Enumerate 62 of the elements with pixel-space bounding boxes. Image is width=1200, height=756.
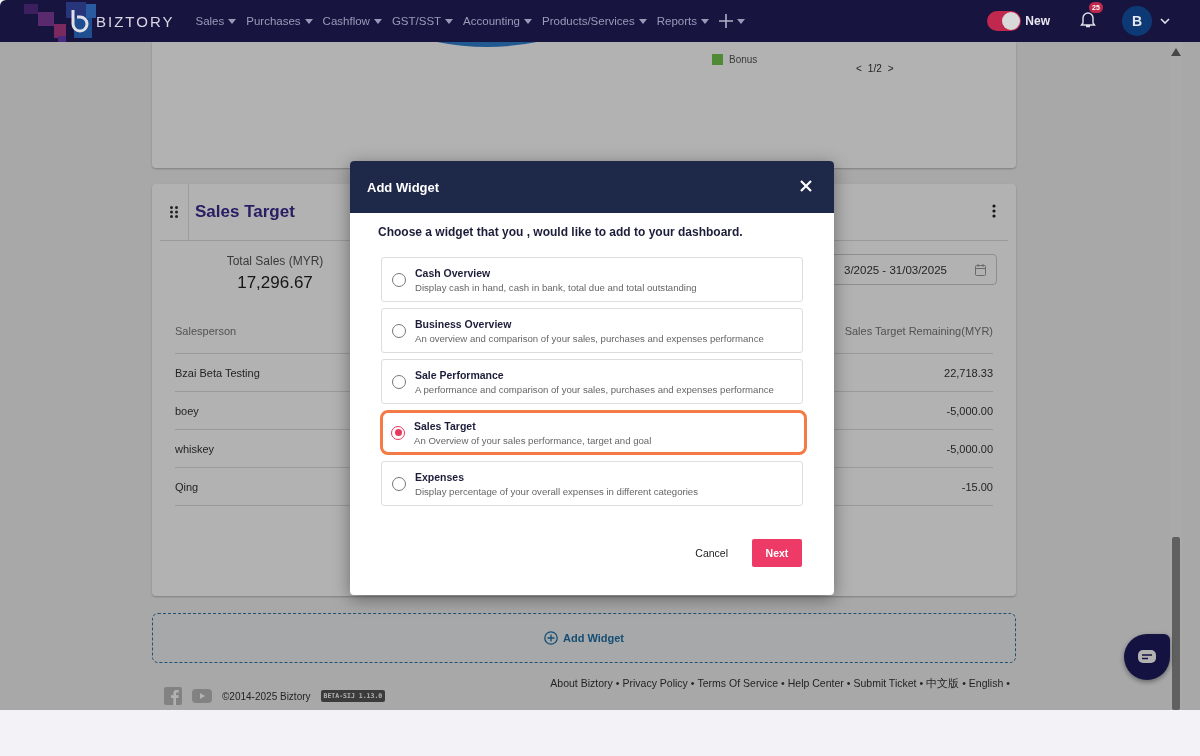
footer-link[interactable]: 中文版 [926,677,960,705]
legend-label: Bonus [729,54,758,65]
widget-option[interactable]: Business Overview An overview and comparison of your sales, purchases and expenses performance [381,308,803,353]
caret-icon [228,18,237,24]
chat-bubble-icon [1138,650,1156,664]
nav-menu[interactable]: Sales [190,15,242,27]
nav-menu[interactable]: Cashflow [317,15,387,27]
logo-icon [70,9,90,33]
toggle-label: New [1025,14,1050,28]
nav-menu[interactable]: Purchases [241,15,318,27]
link-separator: • [690,677,695,691]
user-avatar[interactable]: B [1122,6,1152,36]
add-widget-button[interactable]: Add Widget [152,613,1016,663]
link-separator: • [615,677,620,691]
nav-menu[interactable]: GST/SST [386,15,459,27]
next-button[interactable]: Next [752,539,802,567]
caret-icon [304,18,313,24]
page-indicator: 1/2 [867,63,882,74]
new-toggle[interactable] [987,11,1022,31]
caret-icon [737,18,745,24]
next-page-button[interactable]: > [887,63,894,74]
cancel-button[interactable]: Cancel [689,546,734,560]
nav-menu[interactable]: Accounting [458,15,537,27]
scroll-up-icon[interactable] [1171,48,1181,56]
footer-link[interactable]: Privacy Policy [622,677,688,705]
widget-option[interactable]: Sale Performance A performance and comparison of your sales, purchases and expenses performance [381,359,803,404]
scrollbar-thumb[interactable] [1172,537,1180,710]
widget-option[interactable]: Sales Target An Overview of your sales performance, target and goal [380,410,807,455]
total-sales-value: 17,296.67 [237,273,313,293]
total-sales-label: Total Sales (MYR) [226,254,324,268]
link-separator: • [962,677,966,691]
nav-menu[interactable]: Reports [651,15,714,27]
footer-link[interactable]: English [968,677,1004,705]
dialog-prompt: Choose a widget that you , would like to add to your dashboard. [378,225,744,239]
footer-link[interactable]: Terms Of Service [697,677,779,705]
calendar-icon[interactable] [975,263,986,276]
caret-icon [638,18,647,24]
footer-link[interactable]: About Biztory [550,677,613,705]
caret-icon [701,18,709,24]
widget-option[interactable]: Cash Overview Display cash in hand, cash in bank, total due and total outstanding [381,257,803,302]
chevron-down-icon[interactable] [1160,18,1170,24]
footer-link[interactable]: Submit Ticket [853,677,917,705]
widget-option[interactable]: Expenses Display percentage of your overall expenses in different categories [381,461,803,506]
drag-handle-icon[interactable] [170,206,178,218]
link-separator: • [1006,677,1010,691]
link-separator: • [781,677,785,691]
copyright-text: ©2014-2025 Biztory [222,690,311,702]
notification-icon[interactable] [1080,10,1096,28]
caret-icon [445,18,454,24]
footer-link[interactable]: Help Center [787,677,844,705]
previous-page-button[interactable]: < [856,63,862,74]
plus-circle-icon [544,631,558,645]
card-title: Sales Target [195,202,295,222]
caret-icon [373,18,382,24]
link-separator: • [919,677,924,691]
nav-menu[interactable]: Products/Services [537,15,652,27]
link-separator: • [846,677,851,691]
plus-icon [719,14,733,28]
caret-icon [524,18,532,24]
brand-name: BIZTORY [96,12,175,30]
chat-button[interactable] [1124,634,1170,680]
dialog-title: Add Widget [367,179,440,195]
